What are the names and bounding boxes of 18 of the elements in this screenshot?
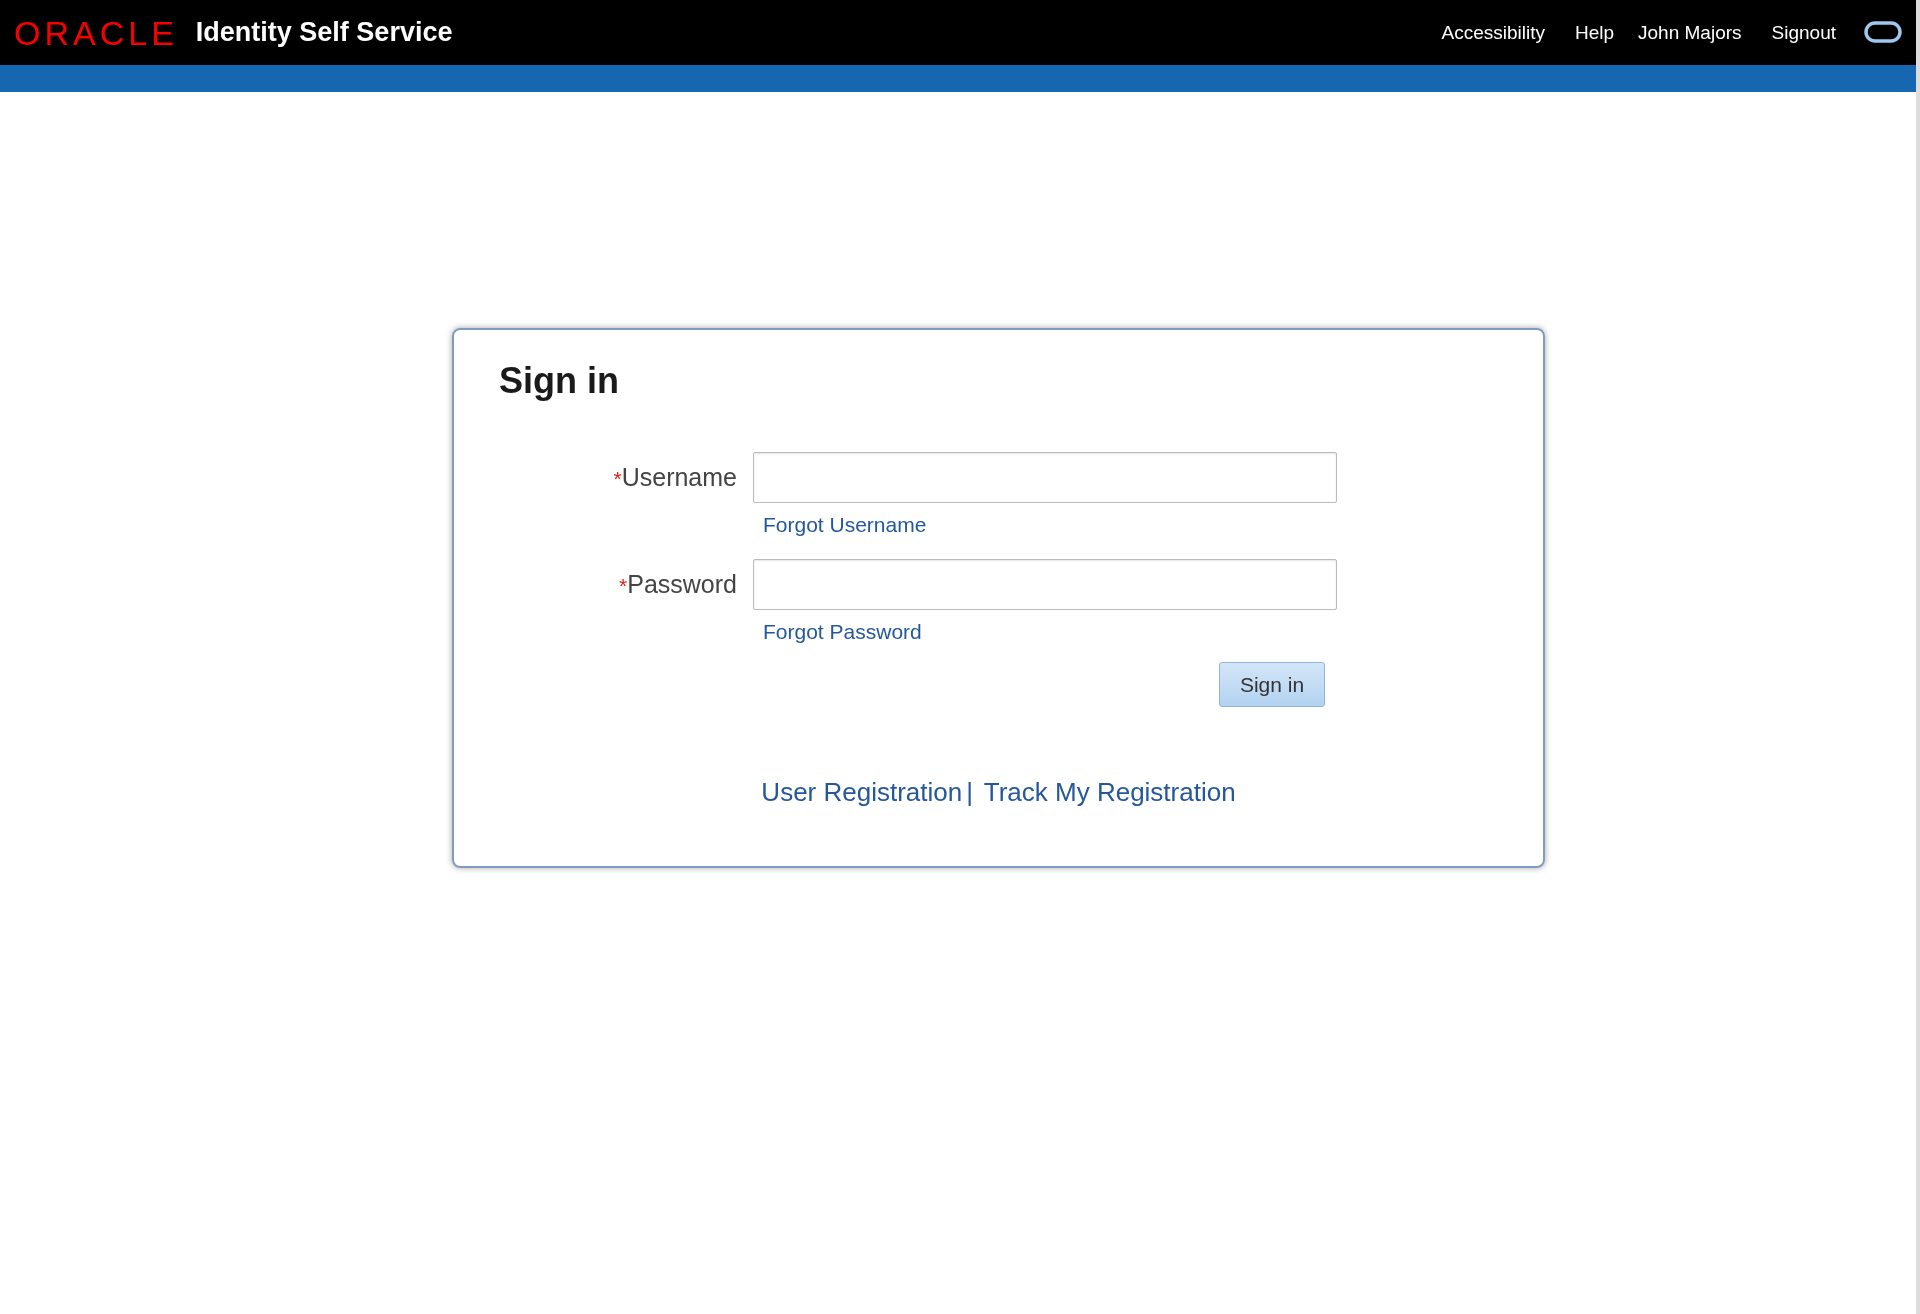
input-field[interactable] <box>753 452 1337 503</box>
header-link[interactable]: Help <box>1574 21 1615 44</box>
field-label: *Username <box>612 463 738 492</box>
header-link[interactable]: Signout <box>1771 21 1836 44</box>
field-label: *Password <box>618 570 738 599</box>
sign-in-button[interactable]: Sign in <box>1219 662 1325 707</box>
separator: | <box>966 777 973 807</box>
brand-logo: ORACLE <box>14 15 178 50</box>
registration-link[interactable]: User Registration <box>761 777 963 807</box>
forgot-link[interactable]: Forgot Username <box>763 513 927 536</box>
ring-icon[interactable] <box>1864 19 1902 46</box>
registration-link[interactable]: Track My Registration <box>983 777 1236 807</box>
app-title: Identity Self Service <box>195 17 453 48</box>
forgot-link[interactable]: Forgot Password <box>763 620 922 643</box>
header-link[interactable]: John Majors <box>1638 21 1742 44</box>
input-field[interactable] <box>753 559 1337 610</box>
panel-title: Sign in <box>499 360 620 402</box>
header-link[interactable]: Accessibility <box>1441 21 1545 44</box>
